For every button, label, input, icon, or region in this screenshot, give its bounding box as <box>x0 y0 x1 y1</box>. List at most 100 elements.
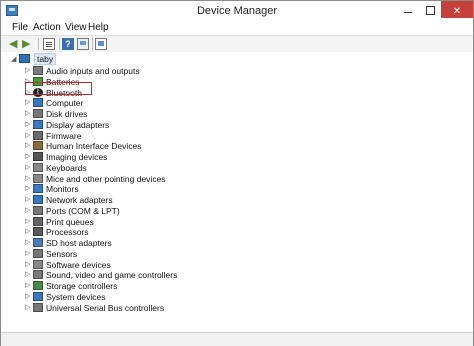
tree-item[interactable]: ▷ Storage controllers <box>1 281 401 291</box>
tree-item-label: Ports (COM & LPT) <box>46 205 120 216</box>
toolbar-separator <box>59 38 60 50</box>
camera-icon <box>33 152 43 161</box>
expand-arrow-icon[interactable]: ▷ <box>25 66 30 76</box>
tree-item[interactable]: ▷ Universal Serial Bus controllers <box>1 302 401 313</box>
toolbar-separator <box>92 38 93 50</box>
expand-arrow-icon[interactable]: ▷ <box>25 131 30 141</box>
collapse-arrow-icon[interactable]: ◢ <box>11 55 16 63</box>
expand-arrow-icon[interactable]: ▷ <box>25 238 30 248</box>
keyboard-icon <box>33 162 43 172</box>
expand-arrow-icon[interactable]: ▷ <box>25 206 30 216</box>
bluetooth-highlight-box <box>25 82 92 95</box>
monitor-icon[interactable] <box>95 38 107 50</box>
expand-arrow-icon[interactable]: ▷ <box>25 152 30 162</box>
expand-arrow-icon[interactable]: ▷ <box>25 109 30 119</box>
processor-icon <box>33 227 43 237</box>
menu-help[interactable]: Help <box>88 22 109 33</box>
expand-arrow-icon[interactable]: ▷ <box>25 303 30 313</box>
tree-item[interactable]: ▷ Mice and other pointing devices <box>1 173 401 184</box>
tree-root-label[interactable]: taby <box>34 53 57 65</box>
help-icon[interactable]: ? <box>62 38 74 50</box>
computer-icon <box>33 98 43 108</box>
forward-arrow-icon[interactable]: ▶ <box>22 38 34 50</box>
toolbar-separator <box>38 38 39 50</box>
tree-item[interactable]: ▷ Print queues <box>1 216 401 227</box>
tree-item-label: Print queues <box>46 216 94 227</box>
display-adapter-icon <box>33 119 43 129</box>
expand-arrow-icon[interactable]: ▷ <box>25 217 30 227</box>
title-bar: Device Manager <box>1 1 473 21</box>
expand-arrow-icon[interactable]: ▷ <box>25 195 30 205</box>
tree-item[interactable]: ▷ Processors <box>1 227 401 237</box>
device-manager-window: Device Manager File Action View Help ◀ ▶… <box>0 0 474 346</box>
menu-action[interactable]: Action <box>33 22 61 33</box>
expand-arrow-icon[interactable]: ▷ <box>25 184 30 194</box>
firmware-icon <box>33 130 43 140</box>
scan-hardware-icon[interactable] <box>77 38 89 50</box>
speaker-icon <box>33 270 43 280</box>
expand-arrow-icon[interactable]: ▷ <box>25 120 30 130</box>
mouse-icon <box>33 173 43 183</box>
network-icon <box>33 195 43 204</box>
tree-item-label: Sound, video and game controllers <box>46 270 178 281</box>
expand-arrow-icon[interactable]: ▷ <box>25 292 30 302</box>
tree-item[interactable]: ▷ Computer <box>1 98 401 108</box>
expand-arrow-icon[interactable]: ▷ <box>25 281 30 291</box>
tree-item-label: Software devices <box>46 259 111 270</box>
expand-arrow-icon[interactable]: ▷ <box>25 260 30 270</box>
tree-item-label: Processors <box>46 227 89 238</box>
tree-item-label: SD host adapters <box>46 238 112 248</box>
back-arrow-icon[interactable]: ◀ <box>9 38 21 50</box>
monitor-icon <box>33 184 43 194</box>
computer-root-icon <box>19 54 30 63</box>
menu-view[interactable]: View <box>65 22 87 33</box>
tree-item[interactable]: ▷ Firmware <box>1 130 401 141</box>
tree-item[interactable]: ▷ Sound, video and game controllers <box>1 270 401 280</box>
maximize-button[interactable] <box>419 1 441 19</box>
tree-item[interactable]: ▷ Human Interface Devices <box>1 141 401 151</box>
menu-file[interactable]: File <box>12 22 28 33</box>
hid-icon <box>33 141 43 151</box>
software-device-icon <box>33 259 43 269</box>
status-bar <box>1 332 473 346</box>
expand-arrow-icon[interactable]: ▷ <box>25 98 30 108</box>
expand-arrow-icon[interactable]: ▷ <box>25 249 30 259</box>
expand-arrow-icon[interactable]: ▷ <box>25 141 30 151</box>
sensor-icon <box>33 248 43 258</box>
tree-item[interactable]: ▷ System devices <box>1 291 401 302</box>
tree-item[interactable]: ▷ Disk drives <box>1 109 401 119</box>
properties-icon[interactable] <box>43 38 55 50</box>
expand-arrow-icon[interactable]: ▷ <box>25 270 30 280</box>
tree-item[interactable]: ▷ Network adapters <box>1 195 401 205</box>
tree-item-label: Sensors <box>46 248 78 259</box>
tree-item[interactable]: ▷ Software devices <box>1 259 401 270</box>
audio-icon <box>33 66 43 75</box>
sd-card-icon <box>33 238 43 247</box>
expand-arrow-icon[interactable]: ▷ <box>25 227 30 237</box>
disk-icon <box>33 109 43 118</box>
expand-arrow-icon[interactable]: ▷ <box>25 163 30 173</box>
tree-item[interactable]: ▷ Audio inputs and outputs <box>1 66 401 76</box>
tree-item-label: Firmware <box>46 130 82 141</box>
tree-item-label: Storage controllers <box>46 281 118 291</box>
close-button[interactable] <box>441 1 473 18</box>
tree-item[interactable]: ▷ SD host adapters <box>1 238 401 248</box>
tree-item-label: System devices <box>46 291 106 302</box>
tree-item[interactable]: ▷ Keyboards <box>1 162 401 173</box>
expand-arrow-icon[interactable]: ▷ <box>25 174 30 184</box>
tree-item[interactable]: ▷ Imaging devices <box>1 152 401 162</box>
device-tree: ◢ taby ▷ Audio inputs and outputs ▷ Batteri… <box>1 52 473 332</box>
tree-item-label: Imaging devices <box>46 152 108 162</box>
tree-item[interactable]: ▷ Display adapters <box>1 119 401 130</box>
menu-bar: File Action View Help <box>1 21 473 35</box>
tree-item-label: Human Interface Devices <box>46 141 142 152</box>
tree-item-label: Mice and other pointing devices <box>46 173 166 184</box>
minimize-button[interactable] <box>397 1 419 19</box>
tree-item[interactable]: ▷ Monitors <box>1 184 401 194</box>
usb-icon <box>33 302 43 312</box>
tree-item-label: Monitors <box>46 184 79 195</box>
printer-icon <box>33 216 43 226</box>
tree-item[interactable]: ▷ Sensors <box>1 248 401 259</box>
tree-item[interactable]: ▷ Ports (COM & LPT) <box>1 205 401 216</box>
tree-item-label: Network adapters <box>46 195 113 205</box>
